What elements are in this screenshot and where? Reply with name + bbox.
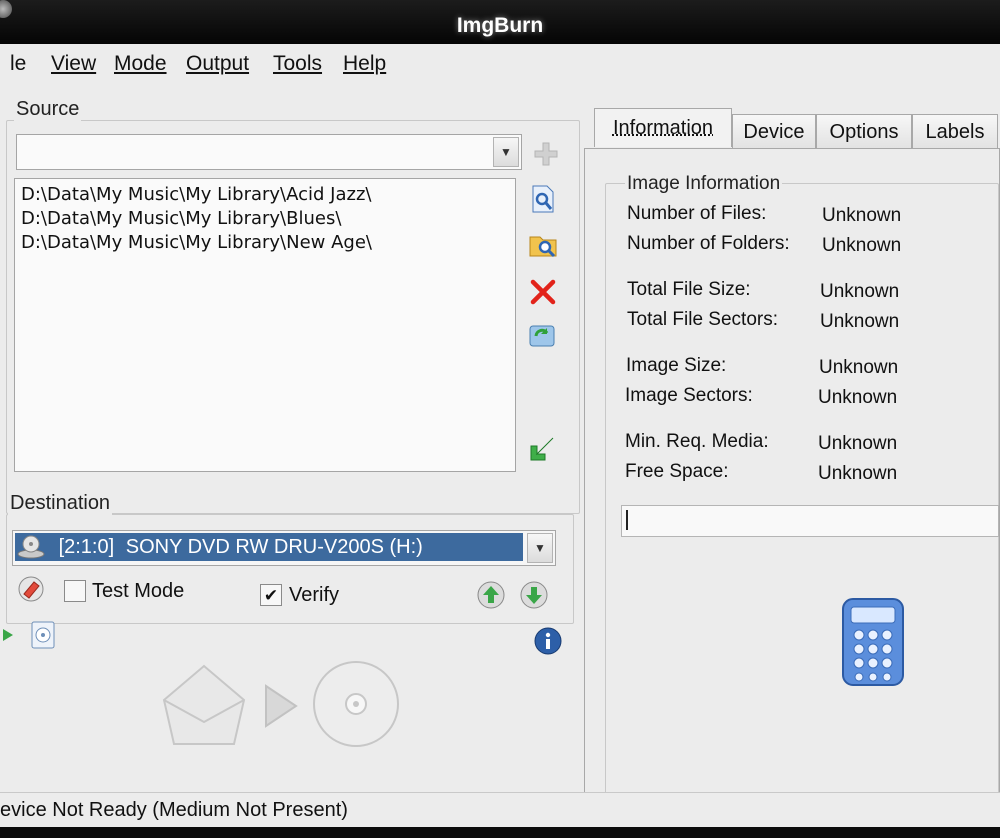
menu-tools[interactable]: Tools (273, 52, 322, 76)
info-label: Total File Size: (627, 279, 751, 300)
image-info-group (605, 183, 999, 795)
test-mode-label: Test Mode (92, 580, 185, 602)
menu-output-label: Output (186, 52, 250, 75)
info-value: Unknown (818, 433, 898, 454)
info-value: Unknown (820, 281, 900, 302)
text-cursor (626, 510, 628, 530)
info-label: Number of Folders: (627, 233, 790, 254)
tab-options-label: Options (829, 120, 899, 143)
destination-label: Destination (8, 492, 113, 515)
speed-down-icon[interactable] (519, 580, 549, 610)
drive-id: [2:1:0] (58, 536, 115, 558)
check-icon: ✔ (263, 585, 279, 605)
info-label: Image Sectors: (625, 385, 753, 406)
verify-label: Verify (289, 584, 340, 606)
info-label: Number of Files: (627, 203, 767, 224)
info-label: Image Size: (626, 355, 727, 376)
browse-file-icon[interactable] (528, 184, 558, 214)
menu-bar: le View Mode Output Tools Help (0, 44, 1000, 84)
move-icon[interactable] (527, 434, 557, 464)
destination-combo[interactable]: [2:1:0] SONY DVD RW DRU-V200S (H:) ▼ (12, 530, 556, 566)
tab-labels-label: Labels (925, 120, 985, 143)
chevron-down-icon[interactable]: ▼ (527, 533, 553, 563)
drive-icon (15, 533, 53, 561)
status-text: evice Not Ready (Medium Not Present) (0, 799, 348, 821)
info-icon[interactable] (533, 626, 563, 656)
image-info-label: Image Information (625, 173, 783, 195)
menu-output[interactable]: Output (186, 52, 249, 76)
menu-help-label: Help (343, 52, 387, 75)
disc-info-icon[interactable] (28, 620, 58, 650)
information-panel: Image Information Number of Files: Unkno… (584, 148, 1000, 818)
tab-information-label: Information (612, 116, 714, 139)
menu-view-label: View (51, 52, 97, 75)
build-button[interactable] (160, 654, 410, 754)
list-item[interactable]: D:\Data\My Music\My Library\Acid Jazz\ (15, 183, 515, 207)
source-label: Source (14, 98, 82, 121)
play-small-icon[interactable] (0, 620, 16, 650)
clear-icon[interactable] (527, 320, 557, 350)
tab-information[interactable]: Information (594, 108, 732, 147)
source-combo[interactable]: ▼ (16, 134, 522, 170)
main-window: le View Mode Output Tools Help Source ▼ … (0, 44, 1000, 824)
list-item[interactable]: D:\Data\My Music\My Library\Blues\ (15, 207, 515, 231)
add-icon[interactable] (531, 139, 561, 169)
browse-folder-icon[interactable] (528, 230, 558, 260)
info-value: Unknown (819, 357, 899, 378)
selected-drive: [2:1:0] SONY DVD RW DRU-V200S (H:) (15, 533, 523, 561)
menu-help[interactable]: Help (343, 52, 386, 76)
menu-mode[interactable]: Mode (114, 52, 167, 76)
chevron-down-icon[interactable]: ▼ (493, 137, 519, 167)
info-label: Free Space: (625, 461, 729, 482)
menu-mode-label: Mode (114, 52, 167, 75)
drive-name: SONY DVD RW DRU-V200S (H:) (125, 536, 423, 558)
tab-options[interactable]: Options (816, 114, 912, 149)
progress-bar (621, 505, 999, 537)
verify-checkbox[interactable]: ✔ (260, 584, 282, 606)
info-value: Unknown (818, 463, 898, 484)
info-label: Total File Sectors: (627, 309, 778, 330)
info-value: Unknown (820, 311, 900, 332)
tab-device[interactable]: Device (732, 114, 816, 149)
window-title: ImgBurn (456, 14, 544, 37)
info-value: Unknown (822, 235, 902, 256)
menu-view[interactable]: View (51, 52, 96, 76)
tab-device-label: Device (743, 120, 805, 143)
source-list[interactable]: D:\Data\My Music\My Library\Acid Jazz\ D… (14, 178, 516, 472)
info-label: Min. Req. Media: (625, 431, 769, 452)
title-bar: ImgBurn (0, 0, 1000, 44)
status-bar: evice Not Ready (Medium Not Present) (0, 792, 1000, 827)
menu-file[interactable]: le (10, 52, 26, 76)
tab-labels[interactable]: Labels (912, 114, 998, 149)
info-value: Unknown (822, 205, 902, 226)
info-value: Unknown (818, 387, 898, 408)
erase-disc-icon[interactable] (16, 574, 46, 604)
remove-icon[interactable] (528, 277, 558, 307)
menu-tools-label: Tools (273, 52, 323, 75)
list-item[interactable]: D:\Data\My Music\My Library\New Age\ (15, 231, 515, 255)
calculator-icon[interactable] (839, 595, 909, 691)
test-mode-checkbox[interactable] (64, 580, 86, 602)
speed-up-icon[interactable] (476, 580, 506, 610)
